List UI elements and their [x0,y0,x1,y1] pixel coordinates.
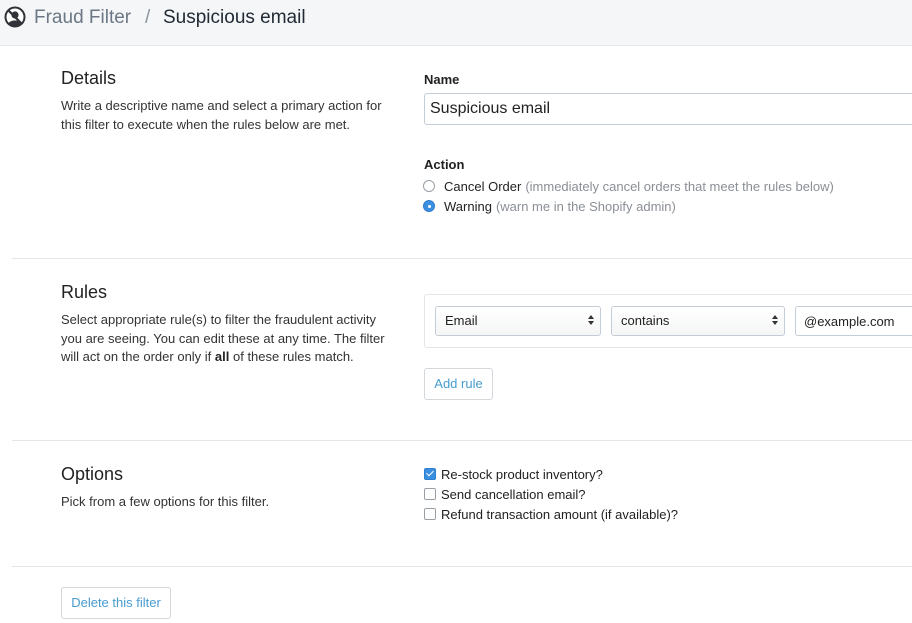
select-arrows-icon [587,315,595,327]
restock-inventory-label: Re-stock product inventory? [441,466,603,482]
breadcrumb-separator: / [145,7,151,28]
section-divider [12,258,912,259]
breadcrumb-app-link[interactable]: Fraud Filter [34,7,131,29]
action-field-label: Action [424,157,465,172]
section-divider [12,566,912,567]
warning-hint: (warn me in the Shopify admin) [495,198,676,214]
send-cancellation-email-checkbox[interactable] [424,488,436,500]
filter-name-input[interactable] [424,93,912,125]
restock-inventory-checkbox[interactable] [424,468,436,480]
options-section-description: Pick from a few options for this filter. [61,494,270,509]
rules-description-emphasis: all [214,349,230,364]
details-section-description: Write a descriptive name and select a pr… [61,98,382,132]
action-option-cancel-order[interactable]: Cancel Order (immediately cancel orders … [423,177,834,195]
section-divider [12,440,912,441]
send-cancellation-email-label: Send cancellation email? [441,486,586,502]
rule-operator-value: contains [621,313,670,328]
rules-section-title: Rules [61,282,108,302]
fraud-filter-icon [4,6,26,28]
action-option-warning[interactable]: Warning (warn me in the Shopify admin) [423,197,676,215]
options-section-title: Options [61,464,124,484]
option-refund-transaction[interactable]: Refund transaction amount (if available)… [424,505,678,523]
rule-field-select[interactable]: Email [435,306,601,336]
refund-transaction-label: Refund transaction amount (if available)… [441,506,679,522]
details-section-title: Details [61,68,117,88]
warning-label: Warning [444,198,492,214]
name-field-label: Name [424,72,460,87]
option-restock-inventory[interactable]: Re-stock product inventory? [424,465,603,483]
cancel-order-radio[interactable] [423,180,435,192]
rules-description-tail: of these rules match. [229,349,354,364]
option-send-cancellation-email[interactable]: Send cancellation email? [424,485,586,503]
warning-radio[interactable] [423,200,435,212]
select-arrows-icon [771,315,779,327]
rule-value-input[interactable] [795,306,912,336]
page-title: Suspicious email [163,7,306,28]
delete-filter-button[interactable]: Delete this filter [61,587,171,619]
add-rule-button[interactable]: Add rule [424,368,493,400]
page-header: Fraud Filter / Suspicious email [0,0,912,46]
rules-section-description: Select appropriate rule(s) to filter the… [61,311,396,367]
rule-field-value: Email [445,313,478,328]
cancel-order-hint: (immediately cancel orders that meet the… [525,178,834,194]
cancel-order-label: Cancel Order [444,178,522,194]
rule-operator-select[interactable]: contains [611,306,785,336]
refund-transaction-checkbox[interactable] [424,508,436,520]
